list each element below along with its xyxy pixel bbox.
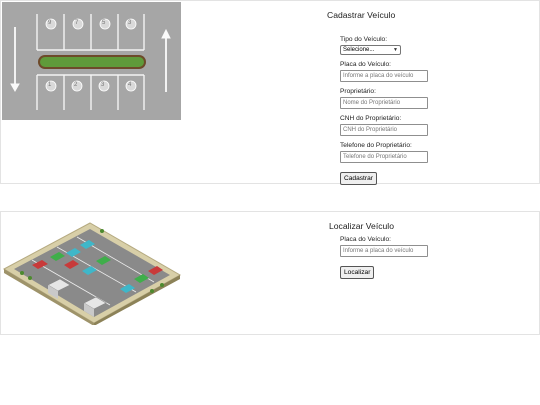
locate-title: Localizar Veículo bbox=[329, 221, 394, 231]
locate-plate-label: Placa do Veículo: bbox=[340, 236, 391, 243]
cnh-label: CNH do Proprietário: bbox=[340, 115, 402, 122]
owner-label: Proprietário: bbox=[340, 88, 376, 95]
chevron-down-icon: ▼ bbox=[393, 47, 398, 53]
vehicle-type-select[interactable]: Selecione... ▼ bbox=[340, 45, 401, 55]
plate-label: Placa do Veículo: bbox=[340, 61, 391, 68]
spot-number-bottom: 1 bbox=[48, 82, 52, 88]
cnh-input[interactable]: CNH do Proprietário bbox=[340, 124, 428, 136]
vehicle-type-label: Tipo do Veículo: bbox=[340, 36, 388, 43]
locate-plate-input[interactable]: Informe a placa do veículo bbox=[340, 245, 428, 257]
plate-input[interactable]: Informe a placa do veículo bbox=[340, 70, 428, 82]
register-title: Cadastrar Veículo bbox=[327, 10, 396, 20]
spot-number-top: 3 bbox=[128, 20, 132, 26]
locate-form: Placa do Veículo: Informe a placa do veí… bbox=[340, 236, 428, 279]
spot-number-bottom: 4 bbox=[128, 82, 132, 88]
locate-vehicle-card: Localizar Veículo Placa do Veículo: Info… bbox=[0, 211, 540, 335]
locate-button[interactable]: Localizar bbox=[340, 266, 375, 279]
spot-number-bottom: 2 bbox=[74, 82, 78, 88]
register-vehicle-card: 9 7 5 3 1 2 3 4 Cadastrar Veículo Tipo d… bbox=[0, 0, 540, 185]
parking-lot-top-view-image: 9 7 5 3 1 2 3 4 bbox=[2, 2, 181, 120]
register-button[interactable]: Cadastrar bbox=[340, 172, 377, 185]
register-form: Tipo do Veículo: Selecione... ▼ Placa do… bbox=[340, 36, 428, 185]
spot-number-top: 9 bbox=[48, 20, 52, 26]
phone-input[interactable]: Telefone do Proprietário bbox=[340, 151, 428, 163]
spot-number-top: 7 bbox=[75, 20, 79, 26]
phone-label: Telefone do Proprietário: bbox=[340, 142, 412, 149]
owner-input[interactable]: Nome do Proprietário bbox=[340, 97, 428, 109]
spot-number-bottom: 3 bbox=[101, 82, 105, 88]
spot-number-top: 5 bbox=[102, 20, 106, 26]
parking-lot-isometric-image bbox=[2, 213, 182, 326]
vehicle-type-selected: Selecione... bbox=[343, 47, 375, 53]
